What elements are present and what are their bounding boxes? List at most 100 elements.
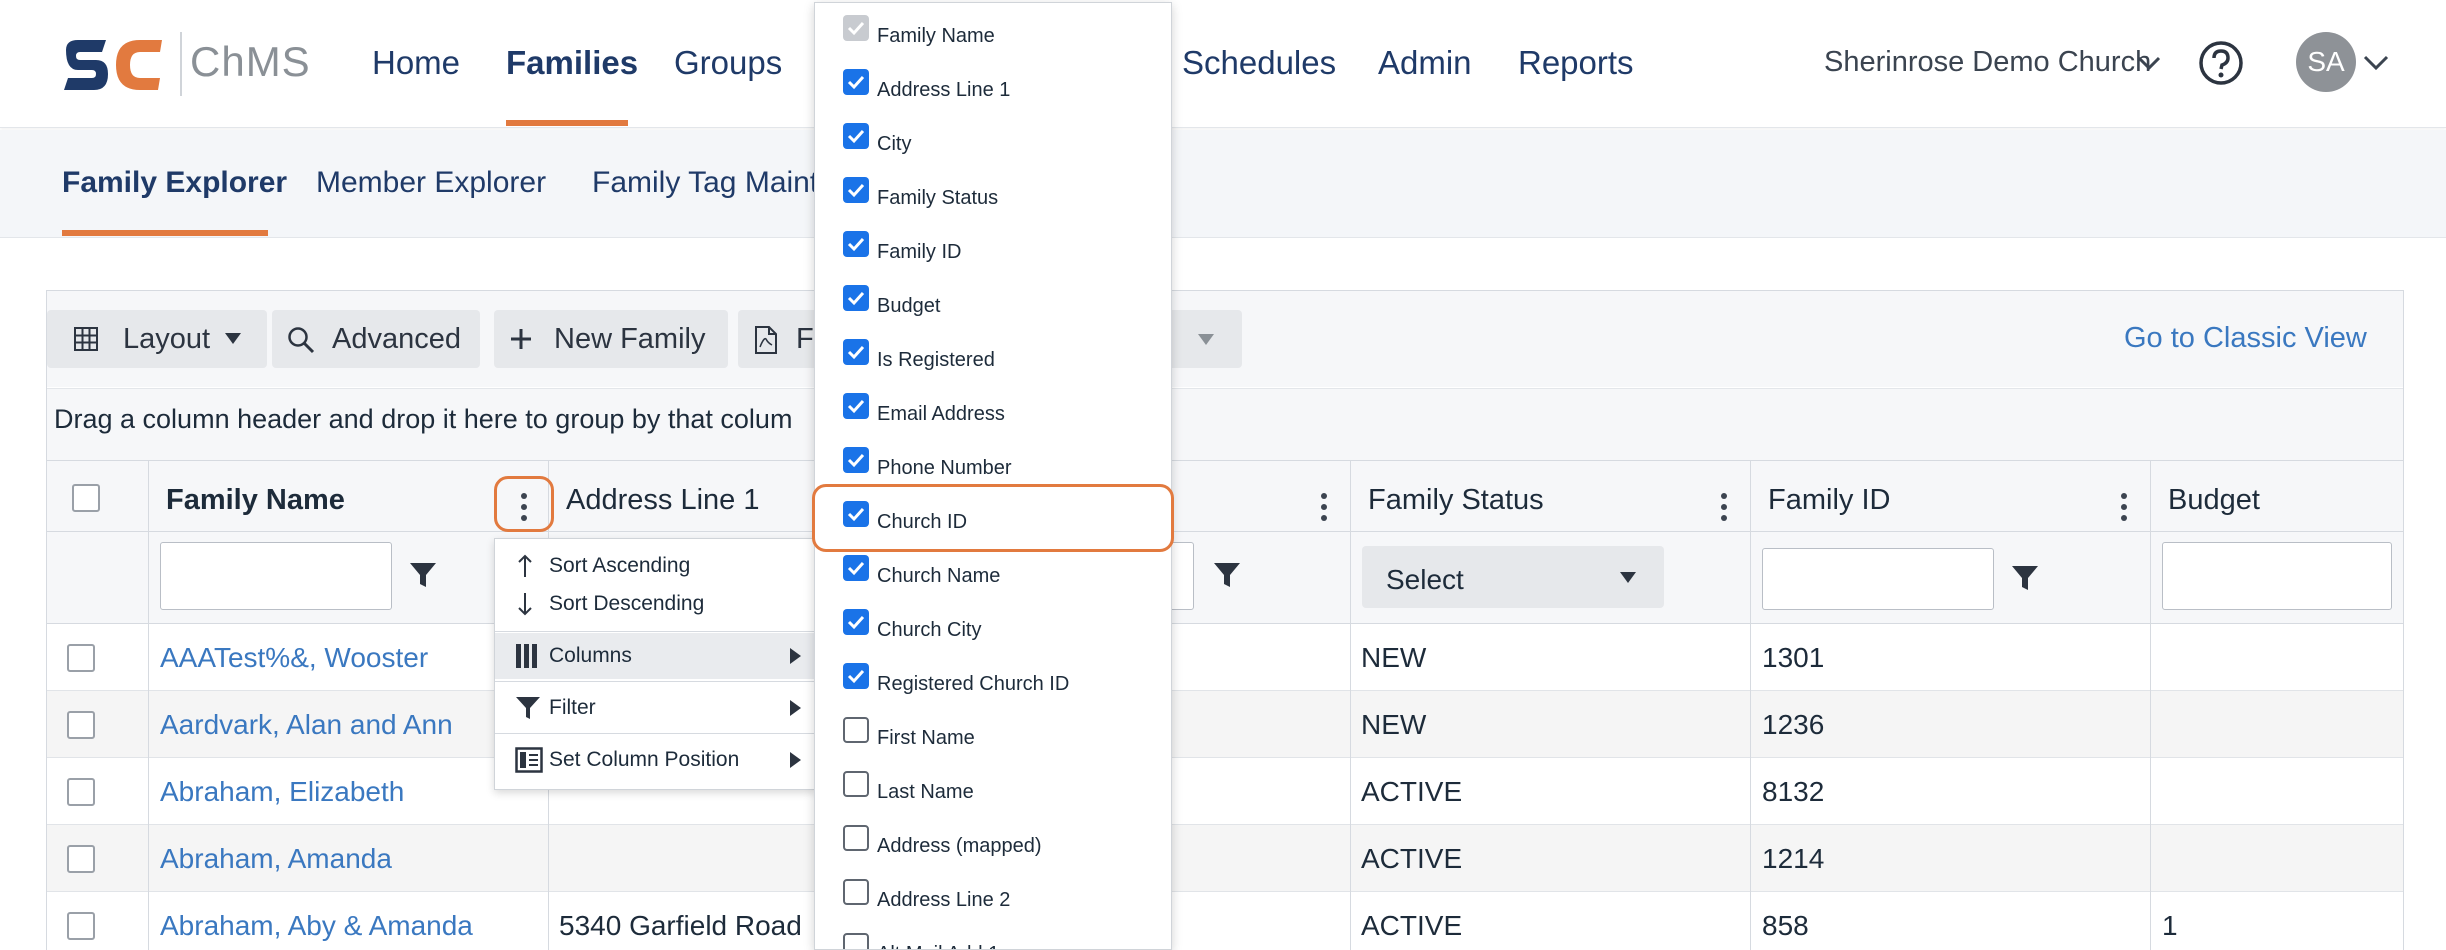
- budget-filter-input[interactable]: [2162, 542, 2392, 610]
- family-id-cell: 1214: [1762, 843, 1825, 874]
- menu-set-column-position[interactable]: Set Column Position: [495, 737, 815, 783]
- subnav-member-explorer[interactable]: Member Explorer: [316, 166, 546, 200]
- filter-icon[interactable]: [1212, 560, 1242, 590]
- nav-reports[interactable]: Reports: [1518, 44, 1634, 82]
- new-family-button[interactable]: New Family: [494, 310, 728, 368]
- chevron-down-icon[interactable]: [2362, 48, 2390, 76]
- classic-view-link[interactable]: Go to Classic View: [2124, 322, 2367, 355]
- row-checkbox[interactable]: [67, 912, 95, 940]
- family-name-link[interactable]: Abraham, Elizabeth: [160, 776, 404, 808]
- table-row[interactable]: Abraham, Elizabeth ACTIVE 8132: [47, 758, 2403, 825]
- select-all-checkbox[interactable]: [72, 484, 100, 512]
- subnav-family-tag-maint[interactable]: Family Tag Maint: [592, 166, 818, 200]
- checked-checkbox[interactable]: [843, 123, 869, 149]
- column-toggle-item[interactable]: First Name: [815, 705, 1171, 759]
- column-toggle-item[interactable]: Family ID: [815, 219, 1171, 273]
- user-avatar[interactable]: SA: [2296, 32, 2356, 92]
- menu-separator: [495, 733, 815, 734]
- unchecked-checkbox[interactable]: [843, 771, 869, 797]
- nav-schedules[interactable]: Schedules: [1182, 44, 1336, 82]
- unchecked-checkbox[interactable]: [843, 717, 869, 743]
- group-by-hint: Drag a column header and drop it here to…: [54, 404, 793, 434]
- menu-label: Columns: [549, 644, 632, 667]
- table-row[interactable]: Aardvark, Alan and Ann NEW 1236: [47, 691, 2403, 758]
- column-toggle-item[interactable]: Church City: [815, 597, 1171, 651]
- family-id-cell: 858: [1762, 910, 1809, 941]
- column-toggle-label: First Name: [877, 727, 975, 749]
- checked-checkbox[interactable]: [843, 339, 869, 365]
- header-family-name[interactable]: Family Name: [166, 484, 345, 517]
- column-toggle-item[interactable]: Is Registered: [815, 327, 1171, 381]
- nav-admin[interactable]: Admin: [1378, 44, 1472, 82]
- subnav-family-explorer[interactable]: Family Explorer: [62, 166, 287, 200]
- column-divider: [1750, 460, 1751, 950]
- layout-button[interactable]: Layout: [47, 310, 267, 368]
- checked-checkbox[interactable]: [843, 285, 869, 311]
- checked-checkbox[interactable]: [843, 609, 869, 635]
- arrow-down-icon: [518, 593, 532, 616]
- family-id-column-menu-icon[interactable]: [2120, 493, 2128, 526]
- row-checkbox[interactable]: [67, 711, 95, 739]
- row-checkbox[interactable]: [67, 778, 95, 806]
- menu-filter[interactable]: Filter: [495, 685, 815, 731]
- column-toggle-item[interactable]: Alt Mail Add 1: [815, 921, 1171, 949]
- checked-checkbox[interactable]: [843, 177, 869, 203]
- column-toggle-item[interactable]: Email Address: [815, 381, 1171, 435]
- checked-checkbox[interactable]: [843, 447, 869, 473]
- filter-icon[interactable]: [408, 560, 438, 590]
- unchecked-checkbox[interactable]: [843, 933, 869, 949]
- family-name-link[interactable]: AAATest%&, Wooster: [160, 642, 428, 674]
- column-toggle-item[interactable]: Family Status: [815, 165, 1171, 219]
- column-toggle-item[interactable]: Address (mapped): [815, 813, 1171, 867]
- column-toggle-item[interactable]: Address Line 2: [815, 867, 1171, 921]
- column-toggle-item[interactable]: Last Name: [815, 759, 1171, 813]
- column-toggle-item[interactable]: Address Line 1: [815, 57, 1171, 111]
- family-name-filter-input[interactable]: [160, 542, 392, 610]
- column-toggle-item[interactable]: City: [815, 111, 1171, 165]
- chevron-down-icon[interactable]: [2136, 50, 2162, 76]
- family-name-link[interactable]: Abraham, Amanda: [160, 843, 392, 875]
- sc-logo-icon[interactable]: [60, 36, 166, 94]
- status-filter-select[interactable]: Select: [1362, 546, 1664, 608]
- menu-sort-descending[interactable]: Sort Descending: [495, 581, 815, 627]
- row-checkbox[interactable]: [67, 644, 95, 672]
- column-toggle-label: Family Status: [877, 187, 999, 209]
- nav-home[interactable]: Home: [372, 44, 460, 82]
- unchecked-checkbox[interactable]: [843, 825, 869, 851]
- menu-columns[interactable]: Columns: [495, 633, 815, 679]
- filter-icon[interactable]: [2010, 563, 2040, 593]
- help-icon[interactable]: [2198, 40, 2244, 86]
- table-row[interactable]: Abraham, Amanda ACTIVE 1214: [47, 825, 2403, 892]
- checked-checkbox[interactable]: [843, 393, 869, 419]
- checked-checkbox[interactable]: [843, 69, 869, 95]
- header-family-status[interactable]: Family Status: [1368, 484, 1544, 517]
- status-column-menu-icon[interactable]: [1720, 493, 1728, 526]
- checked-checkbox[interactable]: [843, 231, 869, 257]
- plus-icon: [511, 329, 531, 349]
- header-budget[interactable]: Budget: [2168, 484, 2260, 517]
- row-checkbox[interactable]: [67, 845, 95, 873]
- family-name-link[interactable]: Abraham, Aby & Amanda: [160, 910, 473, 942]
- submenu-arrow-icon: [790, 648, 801, 664]
- family-name-link[interactable]: Aardvark, Alan and Ann: [160, 709, 453, 741]
- advanced-button[interactable]: Advanced: [272, 310, 480, 368]
- unchecked-checkbox[interactable]: [843, 879, 869, 905]
- table-row[interactable]: AAATest%&, Wooster NEW 1301: [47, 624, 2403, 691]
- family-id-filter-input[interactable]: [1762, 548, 1994, 610]
- column-toggle-label: Address Line 2: [877, 889, 1011, 911]
- column-toggle-item[interactable]: Budget: [815, 273, 1171, 327]
- nav-families[interactable]: Families: [506, 44, 638, 82]
- church-selector[interactable]: Sherinrose Demo Church: [1824, 46, 2151, 79]
- checked-checkbox[interactable]: [843, 555, 869, 581]
- header-address-line-1[interactable]: Address Line 1: [566, 484, 759, 517]
- nav-groups[interactable]: Groups: [674, 44, 782, 82]
- table-row[interactable]: Abraham, Aby & Amanda 5340 Garfield Road…: [47, 892, 2403, 950]
- city-column-menu-icon[interactable]: [1320, 493, 1328, 526]
- column-divider: [148, 460, 149, 950]
- header-family-id[interactable]: Family ID: [1768, 484, 1890, 517]
- caret-down-icon: [1198, 334, 1214, 345]
- checked-checkbox[interactable]: [843, 663, 869, 689]
- column-toggle-item[interactable]: Family Name: [815, 3, 1171, 57]
- column-toggle-item[interactable]: Phone Number: [815, 435, 1171, 489]
- column-toggle-item[interactable]: Registered Church ID: [815, 651, 1171, 705]
